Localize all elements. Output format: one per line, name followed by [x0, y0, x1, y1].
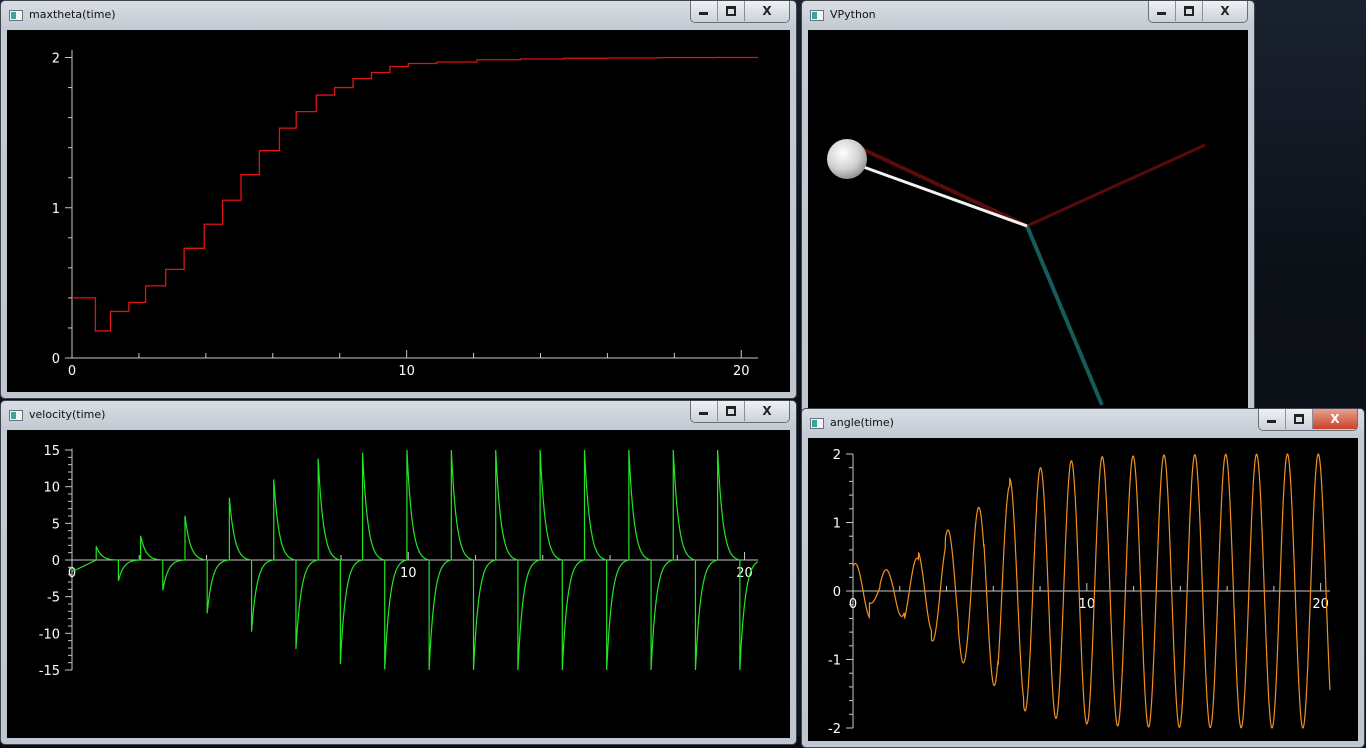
x-tick-label: 0 — [68, 364, 76, 379]
maximize-button[interactable] — [1176, 1, 1203, 21]
x-tick-label: 10 — [400, 566, 417, 581]
minimize-icon — [1157, 12, 1166, 15]
y-tick-label: -1 — [828, 654, 841, 669]
x-tick-label: 0 — [68, 566, 76, 581]
velocity-plot-area: 0 10 20 -15 -10 -5 0 5 10 15 — [7, 430, 790, 738]
pendulum-scene — [827, 139, 1206, 406]
x-tick-label: 10 — [398, 364, 415, 379]
maxtheta-plot-area: 0 10 20 0 1 2 — [7, 30, 790, 392]
close-icon: X — [1220, 4, 1230, 18]
close-button[interactable]: X — [1313, 409, 1357, 429]
angle-titlebar[interactable]: angle(time) X — [802, 409, 1364, 437]
close-button[interactable]: X — [745, 1, 789, 21]
y-tick-label: -15 — [39, 664, 60, 679]
maxtheta-window[interactable]: maxtheta(time) X 0 10 20 0 1 2 — [0, 0, 797, 399]
y-tick-label: 10 — [43, 481, 60, 496]
y-tick-label: 0 — [52, 352, 60, 367]
maximize-icon — [726, 6, 736, 16]
window-title: VPython — [830, 8, 876, 21]
maximize-button[interactable] — [718, 401, 745, 421]
angle-plot-area: 0 10 20 -2 -1 0 1 2 — [808, 438, 1358, 741]
velocity-titlebar[interactable]: velocity(time) X — [1, 401, 796, 429]
minimize-icon — [1267, 420, 1276, 423]
angle-window[interactable]: angle(time) X 0 10 20 -2 -1 0 1 2 — [801, 408, 1365, 748]
y-tick-label: -5 — [47, 591, 60, 606]
minimize-icon — [699, 412, 708, 415]
y-tick-label: -10 — [39, 627, 60, 642]
y-tick-label: 1 — [833, 517, 841, 532]
app-icon — [9, 10, 23, 21]
velocity-chart: 0 10 20-15-10-5051015 — [39, 444, 758, 679]
maximize-icon — [1184, 6, 1194, 16]
y-tick-label: 5 — [52, 517, 60, 532]
y-tick-label: 2 — [52, 52, 60, 67]
minimize-icon — [699, 12, 708, 15]
close-icon: X — [1330, 412, 1340, 426]
window-controls: X — [1258, 409, 1358, 431]
close-button[interactable]: X — [745, 401, 789, 421]
velocity-window[interactable]: velocity(time) X 0 10 20 -15 -10 -5 0 5 10 15 — [0, 400, 797, 745]
minimize-button[interactable] — [691, 1, 718, 21]
window-controls: X — [690, 401, 790, 423]
window-controls: X — [690, 1, 790, 23]
y-tick-label: 0 — [52, 554, 60, 569]
window-title: maxtheta(time) — [29, 8, 116, 21]
app-icon — [810, 418, 824, 429]
window-title: velocity(time) — [29, 408, 106, 421]
pendulum-bob[interactable] — [827, 139, 867, 179]
app-icon — [810, 10, 824, 21]
y-tick-label: 2 — [833, 448, 841, 463]
minimize-button[interactable] — [1149, 1, 1176, 21]
window-title: angle(time) — [830, 416, 894, 429]
app-icon — [9, 410, 23, 421]
y-tick-label: 0 — [833, 585, 841, 600]
close-icon: X — [762, 4, 772, 18]
pendulum-rod — [857, 163, 1028, 228]
y-tick-label: 1 — [52, 202, 60, 217]
close-button[interactable]: X — [1203, 1, 1247, 21]
teal-axis — [1025, 225, 1104, 406]
maxtheta-chart: 0 10 20 0 1 2 — [52, 50, 758, 379]
red-axis-right — [1026, 143, 1206, 228]
vpython-window[interactable]: VPython X — [801, 0, 1255, 420]
minimize-button[interactable] — [691, 401, 718, 421]
maxtheta-titlebar[interactable]: maxtheta(time) X — [1, 1, 796, 29]
maximize-button[interactable] — [718, 1, 745, 21]
angle-chart: 0 10 20-2-1012 — [828, 448, 1331, 737]
x-tick-label: 20 — [733, 364, 750, 379]
maximize-button[interactable] — [1286, 409, 1313, 429]
vpython-titlebar[interactable]: VPython X — [802, 1, 1254, 29]
maxtheta-series-line — [72, 56, 758, 332]
minimize-button[interactable] — [1259, 409, 1286, 429]
x-tick-label: 10 — [1079, 597, 1096, 612]
window-controls: X — [1148, 1, 1248, 23]
vpython-scene[interactable] — [808, 30, 1248, 413]
maximize-icon — [1294, 414, 1304, 424]
close-icon: X — [762, 404, 772, 418]
maximize-icon — [726, 406, 736, 416]
red-axis-left — [859, 146, 1028, 228]
y-tick-label: 15 — [43, 444, 60, 459]
